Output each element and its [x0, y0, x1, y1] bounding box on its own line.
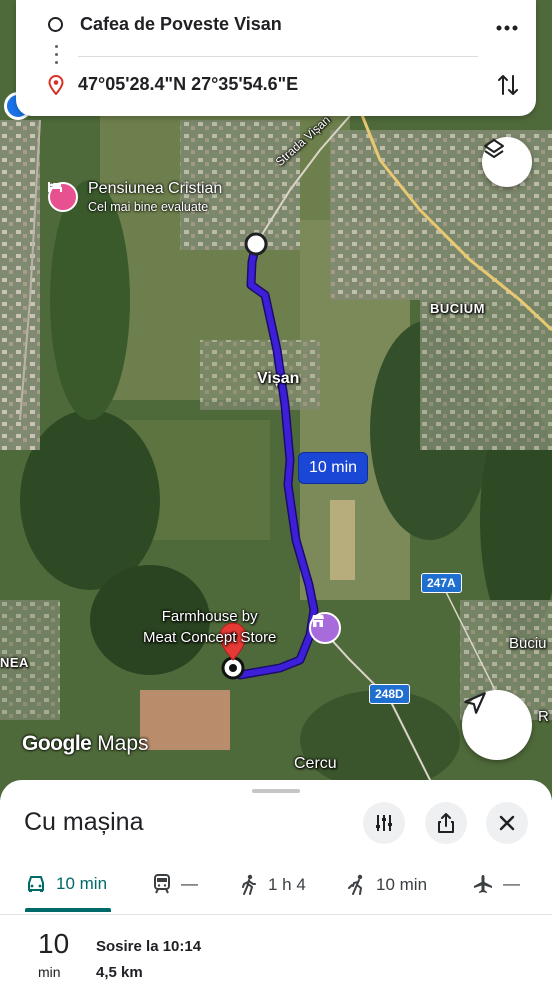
route-options-button[interactable] [363, 802, 405, 844]
place-label-bucium[interactable]: BUCIUM [430, 301, 485, 316]
ride-hail-icon [348, 874, 363, 895]
tab-driving-label: 10 min [56, 874, 108, 893]
tab-flight[interactable]: — [473, 874, 520, 894]
tab-ride[interactable]: 10 min [348, 874, 427, 896]
road-badge-247a: 247A [421, 573, 462, 593]
place-label-buciu[interactable]: Buciu [509, 635, 547, 652]
origin-circle-icon [48, 17, 63, 32]
car-icon [28, 876, 44, 892]
tab-flight-label: — [503, 874, 520, 893]
active-tab-indicator [25, 908, 111, 912]
place-label-nea[interactable]: NEA [0, 655, 29, 670]
tab-walking[interactable]: 1 h 4 [240, 874, 306, 896]
poi-farmhouse-line1: Farmhouse by [161, 608, 258, 625]
trip-distance: 4,5 km [96, 964, 143, 981]
road-badge-248d: 248D [369, 684, 410, 704]
close-icon [499, 815, 515, 831]
destination-text: 47°05'28.4"N 27°35'54.6"E [78, 74, 299, 94]
destination-field[interactable]: 47°05'28.4"N 27°35'54.6"E [48, 74, 298, 95]
google-logo-text: Google [22, 732, 92, 755]
maps-logo-text: Maps [97, 732, 149, 755]
shop-icon[interactable] [309, 612, 341, 644]
navigation-arrow-icon [464, 692, 486, 714]
tab-driving[interactable]: 10 min [26, 874, 107, 894]
route-divider [78, 56, 478, 57]
sheet-drag-handle[interactable] [252, 789, 300, 793]
navigate-button[interactable] [462, 690, 532, 760]
poi-pensiunea-cristian[interactable]: Pensiunea Cristian Cel mai bine evaluate [48, 180, 222, 214]
route-search-card: Cafea de Poveste Visan 47°05'28.4"N 27°3… [16, 0, 536, 116]
place-label-cercu[interactable]: Cercu [294, 755, 337, 773]
walk-icon [242, 874, 256, 895]
travel-mode-tabs: 10 min — 1 h 4 10 min — [0, 864, 552, 915]
directions-sheet: Cu mașina 10 min — 1 h 4 10 min — 10 min… [0, 780, 552, 999]
poi-name: Pensiunea Cristian [88, 180, 223, 197]
more-horiz-icon [496, 25, 518, 31]
layers-icon [484, 139, 504, 158]
google-maps-logo: Google Maps [22, 732, 149, 756]
poi-rating-note: Cel mai bine evaluate [88, 200, 209, 214]
share-icon [438, 813, 454, 833]
origin-text: Cafea de Poveste Visan [80, 14, 282, 34]
trip-minutes-unit: min [38, 964, 61, 980]
origin-field[interactable]: Cafea de Poveste Visan [48, 14, 282, 35]
poi-farmhouse-label[interactable]: Farmhouse by Meat Concept Store [143, 606, 276, 648]
tab-ride-label: 10 min [376, 875, 428, 894]
place-label-r[interactable]: R [538, 708, 549, 725]
tab-transit-label: — [181, 874, 198, 893]
close-button[interactable] [486, 802, 528, 844]
satellite-imagery [0, 0, 552, 800]
sheet-title: Cu mașina [24, 808, 144, 836]
swap-route-button[interactable] [496, 72, 520, 103]
destination-pin-icon [48, 74, 64, 95]
more-options-button[interactable] [496, 18, 518, 31]
map-view[interactable]: Strada Vișan Vișan BUCIUM Buciu NEA Cerc… [0, 0, 552, 800]
route-time-bubble[interactable]: 10 min [298, 452, 369, 484]
swap-vert-icon [498, 75, 518, 95]
route-dots-icon [55, 45, 58, 64]
tab-walking-label: 1 h 4 [268, 875, 306, 894]
trip-arrival-time: Sosire la 10:14 [96, 938, 202, 955]
tab-transit[interactable]: — [153, 874, 198, 894]
hotel-bed-icon [48, 182, 78, 212]
train-icon [154, 874, 170, 894]
tune-icon [376, 815, 392, 831]
poi-farmhouse-line2: Meat Concept Store [143, 629, 277, 646]
flight-icon [474, 875, 492, 893]
layers-button[interactable] [482, 137, 532, 187]
route-origin-marker [244, 232, 268, 256]
trip-minutes: 10 [38, 928, 70, 959]
share-button[interactable] [425, 802, 467, 844]
place-label-visan[interactable]: Vișan [257, 370, 299, 388]
